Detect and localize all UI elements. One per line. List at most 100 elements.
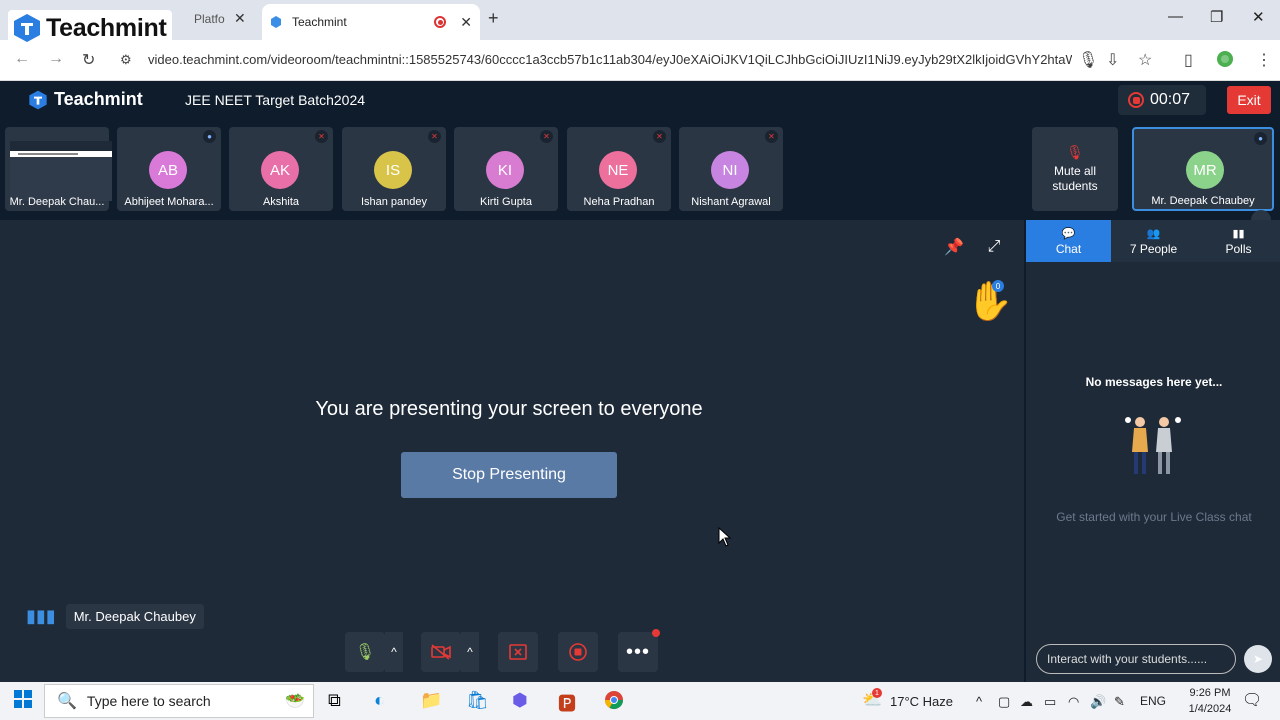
install-app-icon[interactable]: ⇩	[1106, 50, 1119, 70]
pin-icon[interactable]: 📌	[941, 234, 967, 260]
microphone-button[interactable]: 🎙	[345, 632, 385, 672]
battery-icon[interactable]: ▭	[1044, 694, 1056, 710]
side-panel-icon[interactable]: ▯	[1184, 50, 1193, 70]
camera-options-caret-icon[interactable]: ^	[461, 632, 479, 672]
exit-button[interactable]: Exit	[1227, 86, 1271, 114]
language-indicator[interactable]: ENG	[1140, 694, 1166, 708]
app-icon[interactable]: ⬢	[512, 690, 528, 711]
wifi-icon[interactable]: ◠	[1068, 694, 1079, 710]
store-icon[interactable]: 🛍	[466, 690, 489, 711]
raise-hand-icon[interactable]: ✋	[966, 280, 1013, 324]
notifications-icon[interactable]: 🗨	[1242, 690, 1262, 710]
back-icon[interactable]: ←	[14, 50, 30, 68]
close-tab-icon[interactable]: ✕	[460, 14, 472, 31]
tutor-tile[interactable]: ● MR Mr. Deepak Chaubey	[1132, 127, 1274, 211]
teachmint-logo-icon	[14, 14, 40, 42]
participant-tile[interactable]: ✕ IS Ishan pandey	[342, 127, 446, 211]
tutor-name: Mr. Deepak Chaubey	[1151, 195, 1255, 207]
avatar: AK	[261, 151, 299, 189]
participant-name: Mr. Deepak Chau...	[9, 196, 105, 208]
batch-name: JEE NEET Target Batch2024	[185, 92, 366, 108]
browser-tab-active[interactable]: Teachmint ✕	[262, 4, 480, 40]
window-close-icon[interactable]: ✕	[1252, 8, 1265, 26]
clock-date: 1/4/2024	[1188, 703, 1232, 715]
participant-tile[interactable]: ✕ KI Kirti Gupta	[454, 127, 558, 211]
tab-people[interactable]: 👥 7 People	[1111, 220, 1196, 262]
weather-badge: 1	[872, 688, 882, 698]
url-field[interactable]: video.teachmint.com/videoroom/teachmintn…	[148, 52, 1072, 67]
profile-avatar-icon[interactable]	[1216, 50, 1234, 73]
active-speaker: ▮▮▮ Mr. Deepak Chaubey	[26, 604, 204, 629]
windows-taskbar: 🔍 Type here to search 🥗 ⧉ ◐ 📁 🛍 ⬢ 🅿 ⛅ 1 …	[0, 682, 1280, 720]
mouse-cursor-icon	[718, 526, 732, 552]
stop-recording-button[interactable]	[558, 632, 598, 672]
mic-muted-icon: 🎙	[1066, 144, 1084, 160]
new-tab-icon[interactable]: +	[488, 8, 499, 29]
forward-icon[interactable]: →	[48, 50, 64, 68]
mic-on-icon: ●	[203, 130, 216, 143]
mic-options-caret-icon[interactable]: ^	[385, 632, 403, 672]
volume-icon[interactable]: 🔊	[1090, 694, 1106, 710]
audio-wave-icon: ▮▮▮	[26, 606, 56, 626]
send-icon[interactable]: ➤	[1244, 645, 1272, 673]
restore-icon[interactable]: ❐	[1210, 8, 1223, 26]
microphone-icon[interactable]: 🎙	[1078, 50, 1098, 70]
presenting-message: You are presenting your screen to everyo…	[315, 398, 703, 420]
stop-screen-share-button[interactable]	[498, 632, 538, 672]
stop-presenting-button[interactable]: Stop Presenting	[401, 452, 617, 498]
mic-on-icon: ●	[1254, 132, 1267, 145]
participant-tile[interactable]: ● AB Abhijeet Mohara...	[117, 127, 221, 211]
close-tab-icon[interactable]: ✕	[234, 10, 246, 27]
no-messages-text: No messages here yet...	[1085, 375, 1223, 389]
chat-illustration-icon	[1125, 417, 1181, 474]
chat-input[interactable]	[1036, 644, 1236, 674]
pen-icon[interactable]: ✎	[1114, 694, 1125, 710]
app-header: Teachmint JEE NEET Target Batch2024 00:0…	[0, 81, 1280, 120]
clock-time: 9:26 PM	[1189, 687, 1231, 699]
clock[interactable]: 9:26 PM 1/4/2024	[1188, 685, 1232, 717]
speaker-name: Mr. Deepak Chaubey	[65, 604, 204, 629]
tray-icon[interactable]: ▢	[998, 694, 1010, 710]
participant-tile[interactable]: Mr. Deepak Chau...	[5, 127, 112, 211]
chrome-icon[interactable]	[604, 690, 624, 715]
mic-muted-icon: ✕	[428, 130, 441, 143]
file-explorer-icon[interactable]: 📁	[420, 690, 442, 711]
search-highlight-icon: 🥗	[285, 693, 305, 710]
participant-tile[interactable]: ✕ AK Akshita	[229, 127, 333, 211]
reload-icon[interactable]: ↻	[82, 50, 95, 70]
bookmark-star-icon[interactable]: ☆	[1138, 50, 1152, 70]
windows-start-icon[interactable]	[14, 690, 32, 713]
task-view-icon[interactable]: ⧉	[328, 690, 341, 711]
camera-off-button[interactable]	[421, 632, 461, 672]
main-stage: 📌 ⤢ ✋ 0 You are presenting your screen t…	[0, 220, 1020, 682]
search-icon: 🔍	[57, 693, 77, 710]
record-stop-icon	[1128, 92, 1144, 108]
mic-muted-icon: ✕	[765, 130, 778, 143]
powerpoint-icon[interactable]: 🅿	[558, 690, 576, 716]
weather-text[interactable]: 17°C Haze	[890, 694, 953, 709]
mic-muted-icon: ✕	[653, 130, 666, 143]
minimize-icon[interactable]: —	[1168, 8, 1183, 25]
more-options-button[interactable]: •••	[618, 632, 658, 672]
tray-chevron-icon[interactable]: ^	[976, 694, 982, 709]
tab-label: Chat	[1055, 241, 1082, 256]
people-icon: 👥	[1146, 227, 1161, 240]
edge-icon[interactable]: ◐	[374, 690, 385, 711]
mute-all-students-button[interactable]: 🎙 Mute all students	[1032, 127, 1118, 211]
participant-tile[interactable]: ✕ NE Neha Pradhan	[567, 127, 671, 211]
mute-all-line2: students	[1052, 179, 1098, 193]
tab-chat[interactable]: 💬 Chat	[1026, 220, 1111, 262]
fullscreen-icon[interactable]: ⤢	[981, 234, 1007, 260]
teachmint-watermark-logo: Teachmint	[8, 10, 173, 46]
participant-name: Neha Pradhan	[583, 196, 655, 208]
browser-tab-bar: Platfo ✕ Teachmint ✕ + — ❐ ✕	[0, 0, 1280, 40]
participant-name: Kirti Gupta	[480, 196, 532, 208]
get-started-text: Get started with your Live Class chat	[1056, 510, 1252, 524]
participant-tile[interactable]: ✕ NI Nishant Agrawal	[679, 127, 783, 211]
tab-polls[interactable]: ▮▮ Polls	[1196, 220, 1280, 262]
browser-menu-icon[interactable]: ⋮	[1256, 50, 1272, 70]
onedrive-icon[interactable]: ☁	[1020, 694, 1033, 710]
site-settings-icon[interactable]: ⚙	[120, 52, 132, 68]
avatar: KI	[486, 151, 524, 189]
taskbar-search[interactable]: 🔍 Type here to search 🥗	[44, 684, 314, 718]
